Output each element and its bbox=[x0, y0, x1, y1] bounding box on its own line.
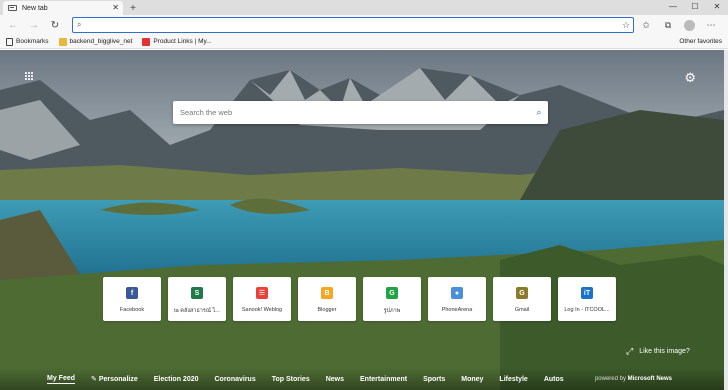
quick-link-tile[interactable]: f Facebook bbox=[103, 277, 161, 321]
nav-item-lifestyle[interactable]: Lifestyle bbox=[499, 376, 527, 383]
tab-close-icon[interactable]: ✕ bbox=[112, 3, 119, 12]
folder-icon bbox=[58, 37, 67, 46]
favorite-backend[interactable]: backend_bigglive_net bbox=[58, 37, 133, 46]
nav-item-top-stories[interactable]: Top Stories bbox=[272, 376, 310, 383]
tile-label: Sanook! Weblog bbox=[241, 307, 283, 313]
favorite-star-icon[interactable]: ☆ bbox=[619, 20, 633, 31]
powered-by-brand: Microsoft News bbox=[627, 376, 672, 382]
minimize-button[interactable]: — bbox=[662, 0, 684, 12]
toolbar: ← → ↻ ⌕ ☆ ✩ ⧉ ⋯ bbox=[0, 15, 728, 35]
facebook-icon: f bbox=[126, 287, 138, 299]
favorites-bar: Bookmarks backend_bigglive_net Product L… bbox=[0, 35, 728, 49]
favorite-product-links[interactable]: Product Links | My... bbox=[142, 37, 212, 46]
itcool-icon: iT bbox=[581, 287, 593, 299]
new-tab-page-icon bbox=[8, 5, 17, 11]
bookmarks-icon bbox=[6, 37, 13, 46]
quick-link-tile[interactable]: ☰ Sanook! Weblog bbox=[233, 277, 291, 321]
nav-item-money[interactable]: Money bbox=[461, 376, 483, 383]
forward-button[interactable]: → bbox=[26, 17, 42, 33]
feed-navigation: My Feed ✎ Personalize Election 2020 Coro… bbox=[0, 368, 724, 390]
search-icon[interactable]: ⌕ bbox=[530, 107, 548, 118]
quick-link-tile[interactable]: G รูปภาพ bbox=[363, 277, 421, 321]
quick-links: f Facebook S ta คลังสาธารณ์ ไ... ☰ Sanoo… bbox=[103, 277, 623, 321]
tile-label: รูปภาพ bbox=[383, 308, 401, 314]
browser-window: New tab ✕ + — ☐ ✕ ← → ↻ ⌕ ☆ ✩ ⧉ ⋯ Bookma… bbox=[0, 0, 728, 390]
new-tab-page: ⚙ ⌕ f Facebook S ta คลังสาธารณ์ ไ... ☰ S… bbox=[0, 50, 724, 390]
nav-item-sports[interactable]: Sports bbox=[423, 376, 445, 383]
powered-by-prefix: powered by bbox=[594, 376, 626, 382]
gmail-icon: G bbox=[516, 287, 528, 299]
back-button[interactable]: ← bbox=[5, 17, 21, 33]
favorite-label: Product Links | My... bbox=[153, 38, 212, 45]
nav-item-my-feed[interactable]: My Feed bbox=[47, 375, 76, 384]
tile-label: Blogger bbox=[317, 307, 337, 313]
nav-item-news[interactable]: News bbox=[326, 376, 344, 383]
close-window-button[interactable]: ✕ bbox=[706, 0, 728, 12]
quick-link-tile[interactable]: S ta คลังสาธารณ์ ไ... bbox=[168, 277, 226, 321]
tab-strip: New tab ✕ + — ☐ ✕ bbox=[0, 0, 728, 15]
powered-by: powered by Microsoft News bbox=[595, 376, 672, 382]
quick-link-tile[interactable]: iT Log In - ITCOOL... bbox=[558, 277, 616, 321]
favorites-icon[interactable]: ✩ bbox=[635, 17, 657, 33]
tile-label: ta คลังสาธารณ์ ไ... bbox=[174, 308, 220, 314]
profile-avatar[interactable] bbox=[684, 19, 695, 31]
gear-icon[interactable]: ⚙ bbox=[684, 70, 696, 86]
other-favorites-label: Other favorites bbox=[679, 38, 722, 45]
tile-label: Log In - ITCOOL... bbox=[564, 307, 610, 313]
nav-item-entertainment[interactable]: Entertainment bbox=[360, 376, 407, 383]
quick-link-tile[interactable]: B Blogger bbox=[298, 277, 356, 321]
tile-label: Facebook bbox=[119, 307, 145, 313]
tab-title: New tab bbox=[22, 4, 48, 12]
quick-link-tile[interactable]: ● PhoneArena bbox=[428, 277, 486, 321]
collections-icon[interactable]: ⧉ bbox=[657, 17, 679, 33]
expand-icon: ⤢ bbox=[626, 346, 634, 356]
nav-item-label: Personalize bbox=[98, 376, 138, 383]
address-bar[interactable]: ⌕ ☆ bbox=[72, 17, 634, 33]
product-links-icon bbox=[142, 37, 151, 46]
quick-link-tile[interactable]: G Gmail bbox=[493, 277, 551, 321]
phonearena-icon: ● bbox=[451, 287, 463, 299]
new-tab-button[interactable]: + bbox=[127, 1, 139, 15]
web-search-box[interactable]: ⌕ bbox=[173, 101, 548, 124]
refresh-button[interactable]: ↻ bbox=[47, 17, 63, 33]
nav-item-election[interactable]: Election 2020 bbox=[154, 376, 199, 383]
favorite-label: Bookmarks bbox=[16, 38, 49, 45]
search-input[interactable] bbox=[173, 108, 530, 117]
search-icon: ⌕ bbox=[77, 20, 82, 29]
nav-item-personalize[interactable]: ✎ Personalize bbox=[91, 375, 138, 383]
other-favorites[interactable]: Other favorites bbox=[679, 38, 722, 45]
site-icon: S bbox=[191, 287, 203, 299]
more-menu-icon[interactable]: ⋯ bbox=[700, 17, 722, 33]
toolbar-actions: ✩ ⧉ ⋯ bbox=[635, 17, 722, 33]
tile-label: PhoneArena bbox=[441, 307, 473, 313]
tab-new-tab[interactable]: New tab ✕ bbox=[3, 1, 123, 15]
blogger-icon: B bbox=[321, 287, 333, 299]
apps-grid-icon[interactable] bbox=[25, 72, 34, 81]
window-controls: — ☐ ✕ bbox=[662, 0, 728, 12]
address-input[interactable] bbox=[91, 19, 619, 31]
sanook-icon: ☰ bbox=[256, 287, 268, 299]
photos-icon: G bbox=[386, 287, 398, 299]
like-image-link[interactable]: ⤢ Like this image? bbox=[626, 346, 690, 357]
nav-item-autos[interactable]: Autos bbox=[544, 376, 564, 383]
scrollbar[interactable] bbox=[724, 50, 728, 390]
like-image-label: Like this image? bbox=[639, 348, 690, 355]
maximize-button[interactable]: ☐ bbox=[684, 0, 706, 12]
favorite-bookmarks[interactable]: Bookmarks bbox=[6, 37, 49, 46]
nav-item-coronavirus[interactable]: Coronavirus bbox=[215, 376, 256, 383]
tile-label: Gmail bbox=[514, 307, 530, 313]
favorite-label: backend_bigglive_net bbox=[69, 38, 133, 45]
